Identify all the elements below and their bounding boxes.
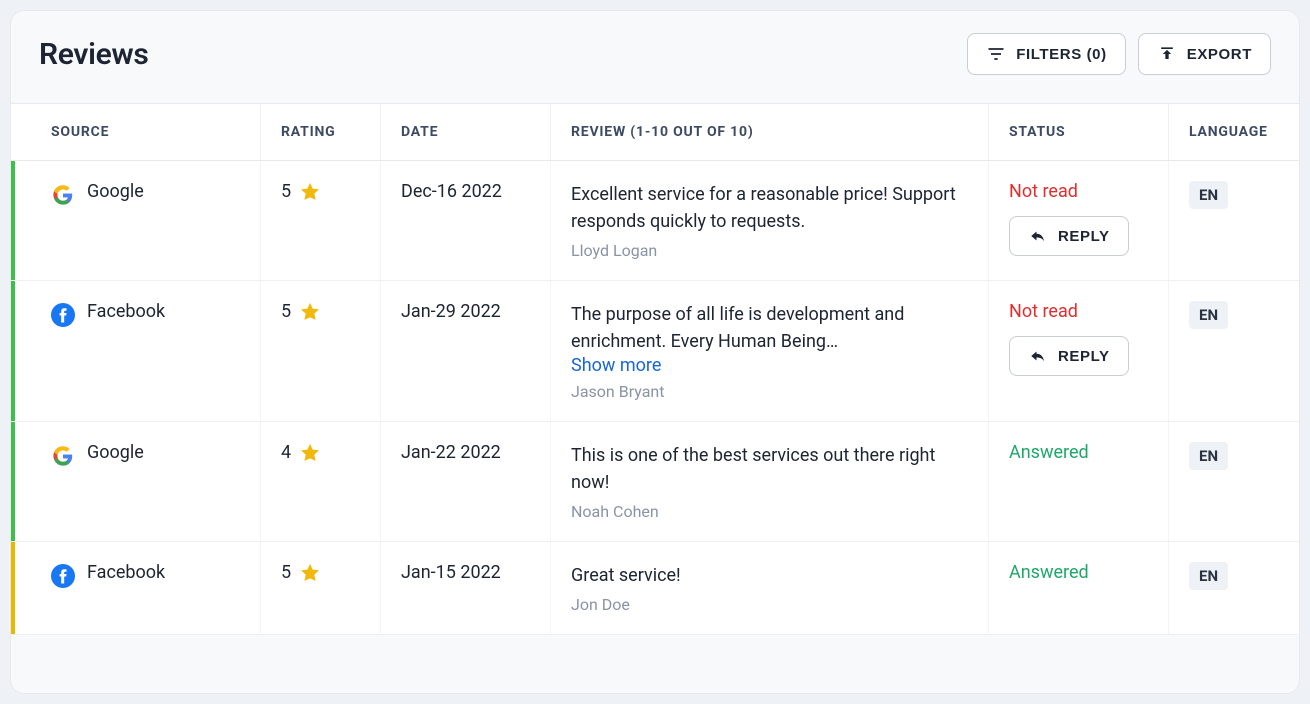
cell-source: Google bbox=[11, 161, 261, 280]
rating-value: 5 bbox=[281, 562, 291, 583]
cell-rating: 5 bbox=[261, 161, 381, 280]
col-header-rating[interactable]: RATING bbox=[261, 104, 381, 160]
language-badge: EN bbox=[1189, 301, 1228, 329]
cell-source: Google bbox=[11, 422, 261, 541]
upload-icon bbox=[1157, 44, 1177, 64]
facebook-icon bbox=[51, 303, 75, 327]
table-row: Facebook 5 Jan-29 2022 The purpose of all l… bbox=[11, 281, 1299, 422]
page-title: Reviews bbox=[39, 37, 148, 72]
cell-review: Great service! Jon Doe bbox=[551, 542, 989, 634]
review-text: Excellent service for a reasonable price… bbox=[571, 181, 968, 235]
review-author: Jon Doe bbox=[571, 595, 968, 614]
export-button[interactable]: EXPORT bbox=[1138, 33, 1271, 75]
cell-source: Facebook bbox=[11, 281, 261, 421]
cell-date: Jan-15 2022 bbox=[381, 542, 551, 634]
status-label: Not read bbox=[1009, 301, 1148, 322]
reply-button[interactable]: REPLY bbox=[1009, 216, 1129, 256]
table-body: Google 5 Dec-16 2022 Excellent service for … bbox=[11, 161, 1299, 635]
cell-status: Answered bbox=[989, 542, 1169, 634]
status-label: Not read bbox=[1009, 181, 1148, 202]
cell-review: Excellent service for a reasonable price… bbox=[551, 161, 989, 280]
source-name: Google bbox=[87, 442, 144, 463]
col-header-review[interactable]: REVIEW (1-10 OUT OF 10) bbox=[551, 104, 989, 160]
cell-language: EN bbox=[1169, 281, 1299, 421]
export-label: EXPORT bbox=[1187, 46, 1252, 63]
cell-status: Not read REPLY bbox=[989, 161, 1169, 280]
language-badge: EN bbox=[1189, 181, 1228, 209]
star-icon bbox=[299, 301, 321, 328]
review-author: Lloyd Logan bbox=[571, 241, 968, 260]
cell-rating: 4 bbox=[261, 422, 381, 541]
status-label: Answered bbox=[1009, 442, 1148, 463]
facebook-icon bbox=[51, 564, 75, 588]
cell-review: The purpose of all life is development a… bbox=[551, 281, 989, 421]
col-header-date[interactable]: DATE bbox=[381, 104, 551, 160]
reviews-panel: Reviews FILTERS (0) EXPORT SOURCE RATING… bbox=[10, 10, 1300, 694]
col-header-language[interactable]: LANGUAGE bbox=[1169, 104, 1299, 160]
reply-icon bbox=[1028, 227, 1048, 245]
table-row: Google 5 Dec-16 2022 Excellent service for … bbox=[11, 161, 1299, 281]
col-header-status[interactable]: STATUS bbox=[989, 104, 1169, 160]
table-row: Google 4 Jan-22 2022 This is one of the bes… bbox=[11, 422, 1299, 542]
cell-language: EN bbox=[1169, 422, 1299, 541]
cell-date: Jan-29 2022 bbox=[381, 281, 551, 421]
cell-status: Not read REPLY bbox=[989, 281, 1169, 421]
cell-rating: 5 bbox=[261, 281, 381, 421]
review-author: Jason Bryant bbox=[571, 382, 968, 401]
source-name: Google bbox=[87, 181, 144, 202]
star-icon bbox=[299, 562, 321, 589]
status-label: Answered bbox=[1009, 562, 1148, 583]
cell-language: EN bbox=[1169, 542, 1299, 634]
rating-value: 4 bbox=[281, 442, 291, 463]
rating-value: 5 bbox=[281, 181, 291, 202]
col-header-source[interactable]: SOURCE bbox=[11, 104, 261, 160]
reply-label: REPLY bbox=[1058, 228, 1110, 245]
filters-button[interactable]: FILTERS (0) bbox=[967, 33, 1125, 75]
review-text: Great service! bbox=[571, 562, 968, 589]
language-badge: EN bbox=[1189, 562, 1228, 590]
filter-icon bbox=[986, 44, 1006, 64]
reviews-table: SOURCE RATING DATE REVIEW (1-10 OUT OF 1… bbox=[11, 103, 1299, 635]
review-text: This is one of the best services out the… bbox=[571, 442, 968, 496]
rating-value: 5 bbox=[281, 301, 291, 322]
review-author: Noah Cohen bbox=[571, 502, 968, 521]
cell-source: Facebook bbox=[11, 542, 261, 634]
cell-status: Answered bbox=[989, 422, 1169, 541]
panel-header: Reviews FILTERS (0) EXPORT bbox=[11, 11, 1299, 103]
header-actions: FILTERS (0) EXPORT bbox=[967, 33, 1271, 75]
star-icon bbox=[299, 181, 321, 208]
table-header: SOURCE RATING DATE REVIEW (1-10 OUT OF 1… bbox=[11, 103, 1299, 161]
cell-date: Jan-22 2022 bbox=[381, 422, 551, 541]
cell-review: This is one of the best services out the… bbox=[551, 422, 989, 541]
source-name: Facebook bbox=[87, 562, 165, 583]
language-badge: EN bbox=[1189, 442, 1228, 470]
cell-rating: 5 bbox=[261, 542, 381, 634]
table-row: Facebook 5 Jan-15 2022 Great service! Jon Do… bbox=[11, 542, 1299, 635]
google-icon bbox=[51, 444, 75, 468]
google-icon bbox=[51, 183, 75, 207]
filters-label: FILTERS (0) bbox=[1016, 46, 1106, 63]
source-name: Facebook bbox=[87, 301, 165, 322]
cell-language: EN bbox=[1169, 161, 1299, 280]
reply-button[interactable]: REPLY bbox=[1009, 336, 1129, 376]
reply-icon bbox=[1028, 347, 1048, 365]
review-text: The purpose of all life is development a… bbox=[571, 301, 968, 355]
cell-date: Dec-16 2022 bbox=[381, 161, 551, 280]
reply-label: REPLY bbox=[1058, 348, 1110, 365]
show-more-link[interactable]: Show more bbox=[571, 355, 968, 376]
star-icon bbox=[299, 442, 321, 469]
